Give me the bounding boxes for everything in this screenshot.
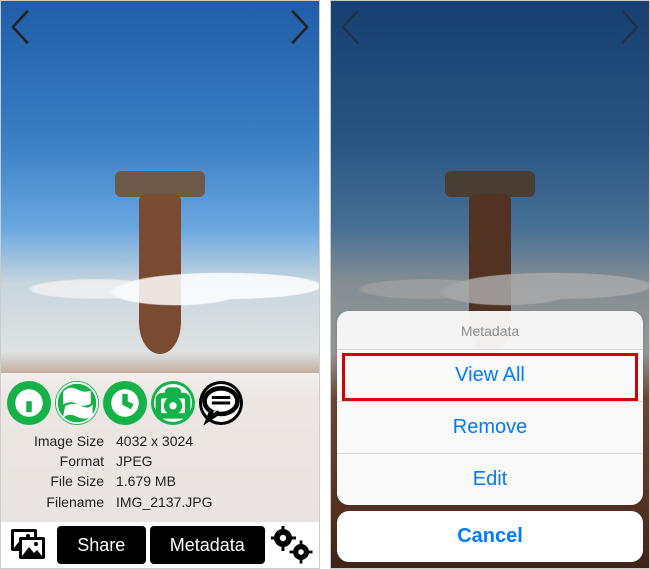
gallery-button[interactable] (5, 526, 53, 564)
format-label: Format (11, 451, 116, 471)
image-size-value: 4032 x 3024 (116, 431, 309, 451)
screen-main: Image Size 4032 x 3024 Format JPEG File … (0, 0, 320, 569)
bottom-toolbar: Share Metadata (1, 522, 319, 568)
table-row: Filename IMG_2137.JPG (11, 492, 309, 512)
table-row: File Size 1.679 MB (11, 471, 309, 491)
table-row: Format JPEG (11, 451, 309, 471)
remove-option[interactable]: Remove (337, 402, 643, 454)
filename-value: IMG_2137.JPG (116, 492, 309, 512)
next-photo-button[interactable] (283, 7, 317, 47)
camera-tab-icon[interactable] (151, 381, 195, 425)
next-photo-button (613, 7, 647, 47)
settings-button[interactable] (269, 526, 315, 564)
previous-photo-button[interactable] (3, 7, 37, 47)
comment-tab-icon[interactable] (199, 381, 243, 425)
format-value: JPEG (116, 451, 309, 471)
file-size-label: File Size (11, 471, 116, 491)
metadata-table: Image Size 4032 x 3024 Format JPEG File … (1, 429, 319, 518)
image-size-label: Image Size (11, 431, 116, 451)
filename-label: Filename (11, 492, 116, 512)
cancel-button[interactable]: Cancel (337, 511, 643, 562)
screen-action-sheet: Metadata View All Remove Edit Cancel (330, 0, 650, 569)
edit-option[interactable]: Edit (337, 454, 643, 505)
time-tab-icon[interactable] (103, 381, 147, 425)
action-sheet-container: Metadata View All Remove Edit Cancel (331, 305, 649, 568)
location-tab-icon[interactable] (55, 381, 99, 425)
table-row: Image Size 4032 x 3024 (11, 431, 309, 451)
clouds-decoration (1, 256, 319, 316)
file-size-value: 1.679 MB (116, 471, 309, 491)
action-sheet-title: Metadata (337, 311, 643, 350)
view-all-option[interactable]: View All (337, 350, 643, 402)
share-button[interactable]: Share (57, 526, 146, 564)
info-tab-icon[interactable] (7, 381, 51, 425)
previous-photo-button (333, 7, 367, 47)
metadata-button[interactable]: Metadata (150, 526, 266, 564)
metadata-action-sheet: Metadata View All Remove Edit (337, 311, 643, 505)
metadata-panel: Image Size 4032 x 3024 Format JPEG File … (1, 373, 319, 522)
metadata-tab-row (1, 379, 319, 429)
